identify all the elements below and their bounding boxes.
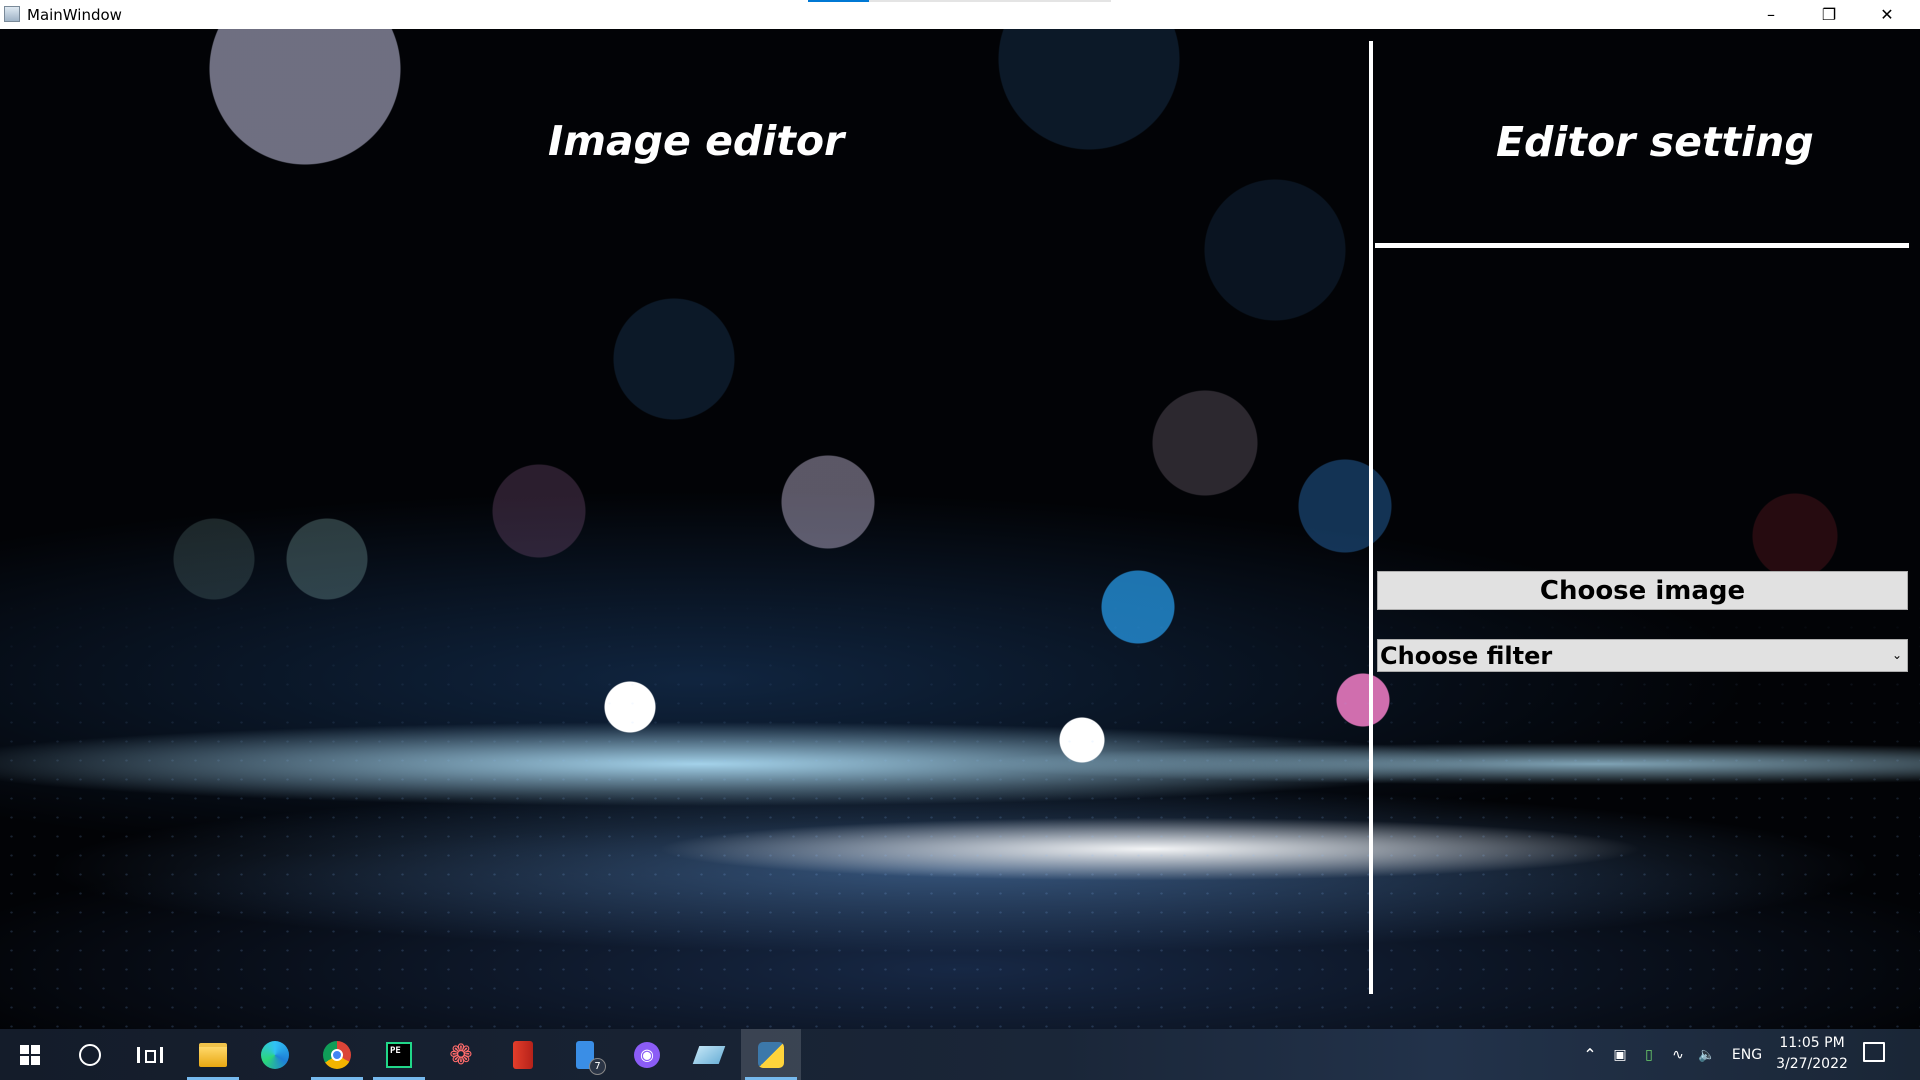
office-icon: [513, 1040, 533, 1069]
task-view-icon: [137, 1046, 163, 1063]
github-icon: ◉: [634, 1041, 660, 1068]
search-button[interactable]: [60, 1029, 120, 1080]
filter-select[interactable]: Choose filter ⌄: [1377, 639, 1908, 672]
minimize-button[interactable]: –: [1742, 0, 1800, 29]
taskbar-office[interactable]: [493, 1029, 553, 1080]
gear-icon: ❁: [449, 1037, 473, 1071]
taskbar-github[interactable]: ◉: [617, 1029, 677, 1080]
edge-icon: [261, 1040, 289, 1069]
taskbar-edge[interactable]: [245, 1029, 305, 1080]
chrome-icon: [323, 1040, 351, 1069]
volume-icon[interactable]: 🔈: [1694, 1029, 1720, 1080]
editor-setting-heading: Editor setting: [1496, 118, 1814, 166]
wifi-icon[interactable]: ∿: [1665, 1029, 1691, 1080]
taskbar-eraser[interactable]: [679, 1029, 739, 1080]
taskbar-phone-app[interactable]: [555, 1029, 615, 1080]
main-area: Image editor Editor setting Choose image…: [0, 29, 1920, 1029]
chevron-down-icon: ⌄: [1891, 648, 1902, 662]
choose-image-button[interactable]: Choose image: [1377, 571, 1908, 610]
title-accent-secondary: [869, 0, 1111, 2]
window-title: MainWindow: [27, 6, 122, 24]
pycharm-icon: PE: [386, 1041, 412, 1068]
taskbar-gear-app[interactable]: ❁: [431, 1029, 491, 1080]
taskbar-chrome[interactable]: [307, 1029, 367, 1080]
maximize-button[interactable]: ❐: [1800, 0, 1858, 29]
clock-time: 11:05 PM: [1779, 1035, 1845, 1051]
taskbar-file-explorer[interactable]: [183, 1029, 243, 1080]
title-accent: [808, 0, 869, 2]
clock[interactable]: 11:05 PM 3/27/2022: [1770, 1033, 1854, 1075]
close-button[interactable]: ✕: [1858, 0, 1916, 29]
taskbar-python[interactable]: [741, 1029, 801, 1080]
battery-icon[interactable]: ▯: [1636, 1029, 1662, 1080]
python-icon: [758, 1041, 784, 1068]
search-circle-icon: [79, 1043, 101, 1066]
clock-date: 3/27/2022: [1776, 1056, 1848, 1072]
windows-icon: [20, 1044, 40, 1065]
taskbar-pycharm[interactable]: PE: [369, 1029, 429, 1080]
language-indicator[interactable]: ENG: [1726, 1029, 1768, 1080]
task-view-button[interactable]: [120, 1029, 180, 1080]
taskbar: PE ❁ ◉ ⌃ ▣ ▯ ∿ 🔈 ENG 11:05 PM 3/27/2022: [0, 1029, 1920, 1080]
show-hidden-icons-button[interactable]: ⌃: [1578, 1029, 1602, 1080]
vertical-divider: [1369, 41, 1373, 994]
title-bar: MainWindow – ❐ ✕: [0, 0, 1920, 29]
eraser-icon: [692, 1045, 726, 1064]
folder-icon: [199, 1042, 227, 1067]
image-editor-heading: Image editor: [548, 117, 845, 165]
phone-icon: [576, 1040, 606, 1075]
filter-select-value: Choose filter: [1380, 641, 1553, 670]
notification-icon[interactable]: [1863, 1042, 1885, 1062]
start-button[interactable]: [0, 1029, 60, 1080]
camera-icon[interactable]: ▣: [1607, 1029, 1633, 1080]
app-icon: [4, 6, 20, 22]
horizontal-divider: [1375, 243, 1909, 248]
